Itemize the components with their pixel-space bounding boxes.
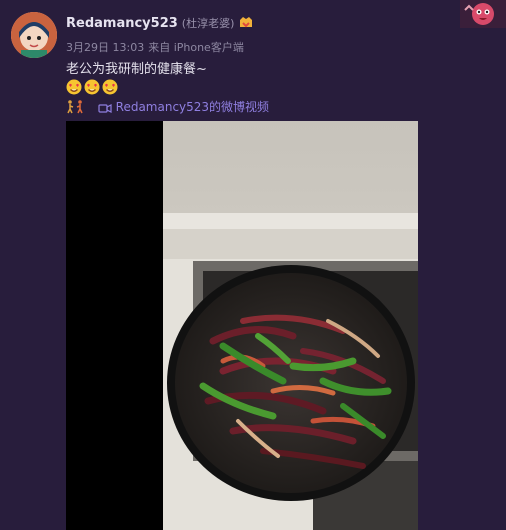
video-thumbnail[interactable]	[163, 121, 418, 530]
post-meta: 3月29日 13:03 来自 iPhone客户端	[66, 39, 244, 55]
post-date[interactable]: 3月29日 13:03	[66, 41, 144, 54]
corner-sticker-icon	[460, 0, 506, 28]
avatar[interactable]	[11, 12, 57, 58]
heart-eyes-emoji-icon	[102, 79, 118, 95]
emoji-row	[66, 79, 120, 97]
post-text: 老公为我研制的健康餐~	[66, 62, 207, 77]
vip-badge-icon[interactable]	[238, 15, 254, 29]
walking-icons	[66, 100, 88, 117]
heart-eyes-emoji-icon	[84, 79, 100, 95]
user-remark: (杜淳老婆)	[181, 17, 235, 30]
username-row: Redamancy523 (杜淳老婆)	[66, 15, 254, 31]
video-link[interactable]: Redamancy523的微博视频	[116, 100, 269, 114]
video-camera-icon[interactable]	[98, 102, 112, 117]
post-source: 来自 iPhone客户端	[148, 41, 244, 54]
heart-eyes-emoji-icon	[66, 79, 82, 95]
weibo-post-card: Redamancy523 (杜淳老婆) 3月29日 13:03 来自 iPhone客…	[0, 0, 506, 530]
username[interactable]: Redamancy523	[66, 16, 178, 31]
avatar-image	[11, 12, 57, 58]
video-link-row: Redamancy523的微博视频	[66, 98, 269, 114]
